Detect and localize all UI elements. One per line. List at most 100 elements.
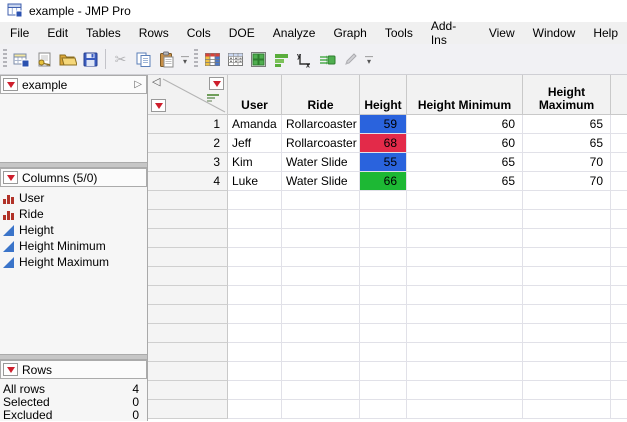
cell-empty[interactable]	[282, 324, 360, 343]
menu-graph[interactable]: Graph	[324, 23, 375, 43]
cell-empty[interactable]	[523, 286, 611, 305]
cell-empty[interactable]	[407, 248, 523, 267]
menu-add-ins[interactable]: Add-Ins	[422, 16, 480, 50]
cell-empty[interactable]	[282, 362, 360, 381]
edit-icon[interactable]	[339, 48, 362, 71]
row-number-empty[interactable]	[148, 210, 228, 229]
collapse-panel-icon[interactable]: ◁	[152, 75, 160, 88]
menu-help[interactable]: Help	[584, 23, 627, 43]
row-number[interactable]: 1	[148, 115, 228, 134]
toolbar-grip[interactable]	[3, 49, 7, 69]
toolbar-grip-2[interactable]	[194, 49, 198, 69]
cell-empty[interactable]	[611, 381, 627, 400]
cell-empty[interactable]	[523, 381, 611, 400]
cell-empty[interactable]	[282, 191, 360, 210]
column-order-icon[interactable]	[207, 94, 219, 103]
cell-empty[interactable]	[360, 267, 407, 286]
cell-empty[interactable]	[407, 210, 523, 229]
cell-empty[interactable]	[360, 305, 407, 324]
summary-table-icon[interactable]	[224, 48, 247, 71]
cell-empty[interactable]	[228, 381, 282, 400]
cell-empty[interactable]	[523, 267, 611, 286]
menu-rows[interactable]: Rows	[130, 23, 178, 43]
cell-empty[interactable]	[611, 267, 627, 286]
cell-empty[interactable]	[407, 324, 523, 343]
row-number-empty[interactable]	[148, 305, 228, 324]
cell-empty[interactable]	[523, 210, 611, 229]
column-header-user[interactable]: User	[228, 75, 282, 115]
cell-user[interactable]: Kim	[228, 153, 282, 172]
cell-empty[interactable]	[611, 191, 627, 210]
cell-user[interactable]: Jeff	[228, 134, 282, 153]
cell-empty[interactable]	[228, 324, 282, 343]
menu-edit[interactable]: Edit	[38, 23, 77, 43]
cell-empty[interactable]	[611, 400, 627, 419]
column-item-user[interactable]: User	[0, 190, 147, 206]
cell-empty[interactable]	[611, 134, 627, 153]
column-item-height[interactable]: Height	[0, 222, 147, 238]
rows-stat-all-rows[interactable]: All rows 4	[0, 382, 147, 396]
cell-empty[interactable]	[228, 210, 282, 229]
cell-empty[interactable]	[228, 191, 282, 210]
cell-height[interactable]: 66	[360, 172, 407, 191]
cell-empty[interactable]	[282, 343, 360, 362]
cell-ride[interactable]: Rollarcoaster	[282, 134, 360, 153]
column-item-height-maximum[interactable]: Height Maximum	[0, 254, 147, 270]
cell-empty[interactable]	[360, 324, 407, 343]
cell-empty[interactable]	[407, 286, 523, 305]
column-header-height-maximum[interactable]: Height Maximum	[523, 75, 611, 115]
row-number-empty[interactable]	[148, 248, 228, 267]
cell-height[interactable]: 59	[360, 115, 407, 134]
cell-empty[interactable]	[407, 362, 523, 381]
save-icon[interactable]	[79, 48, 102, 71]
cell-height-minimum[interactable]: 60	[407, 115, 523, 134]
fit-y-by-x-icon[interactable]: y x	[293, 48, 316, 71]
cell-empty[interactable]	[360, 248, 407, 267]
cell-empty[interactable]	[407, 267, 523, 286]
cell-empty[interactable]	[611, 172, 627, 191]
rows-stat-excluded[interactable]: Excluded 0	[0, 408, 147, 422]
rows-red-triangle-menu[interactable]	[3, 363, 18, 376]
cell-empty[interactable]	[407, 343, 523, 362]
row-number-empty[interactable]	[148, 400, 228, 419]
columns-menu-red-triangle[interactable]	[209, 77, 224, 90]
cell-empty[interactable]	[523, 248, 611, 267]
cell-empty[interactable]	[282, 267, 360, 286]
cell-empty[interactable]	[228, 248, 282, 267]
cell-empty[interactable]	[282, 248, 360, 267]
cell-ride[interactable]: Rollarcoaster	[282, 115, 360, 134]
toolbar-overflow-icon[interactable]: — ▾	[179, 48, 191, 70]
open-database-icon[interactable]	[33, 48, 56, 71]
panel-expand-icon[interactable]: ▷	[134, 79, 142, 90]
column-item-ride[interactable]: Ride	[0, 206, 147, 222]
cell-empty[interactable]	[611, 229, 627, 248]
cut-icon[interactable]: ✂	[109, 48, 132, 71]
cell-empty[interactable]	[611, 115, 627, 134]
table-red-triangle-menu[interactable]	[3, 78, 18, 91]
cell-empty[interactable]	[282, 305, 360, 324]
cell-empty[interactable]	[611, 248, 627, 267]
cell-empty[interactable]	[282, 381, 360, 400]
cell-empty[interactable]	[282, 400, 360, 419]
cell-ride[interactable]: Water Slide	[282, 172, 360, 191]
open-folder-icon[interactable]	[56, 48, 79, 71]
rows-menu-red-triangle[interactable]	[151, 99, 166, 112]
cell-empty[interactable]	[360, 343, 407, 362]
cell-empty[interactable]	[523, 191, 611, 210]
cell-empty[interactable]	[360, 229, 407, 248]
row-number-empty[interactable]	[148, 191, 228, 210]
cell-empty[interactable]	[523, 362, 611, 381]
paste-icon[interactable]	[155, 48, 178, 71]
toolbar-overflow-icon-2[interactable]: — ▾	[363, 48, 375, 70]
bar-chart-icon[interactable]	[270, 48, 293, 71]
formula-icon[interactable]	[316, 48, 339, 71]
columns-red-triangle-menu[interactable]	[3, 171, 18, 184]
row-number[interactable]: 4	[148, 172, 228, 191]
cell-empty[interactable]	[407, 305, 523, 324]
cell-empty[interactable]	[360, 400, 407, 419]
new-data-table-icon[interactable]	[10, 48, 33, 71]
cell-empty[interactable]	[611, 286, 627, 305]
app-icon[interactable]	[7, 2, 23, 21]
cell-empty[interactable]	[407, 191, 523, 210]
cell-empty[interactable]	[228, 362, 282, 381]
